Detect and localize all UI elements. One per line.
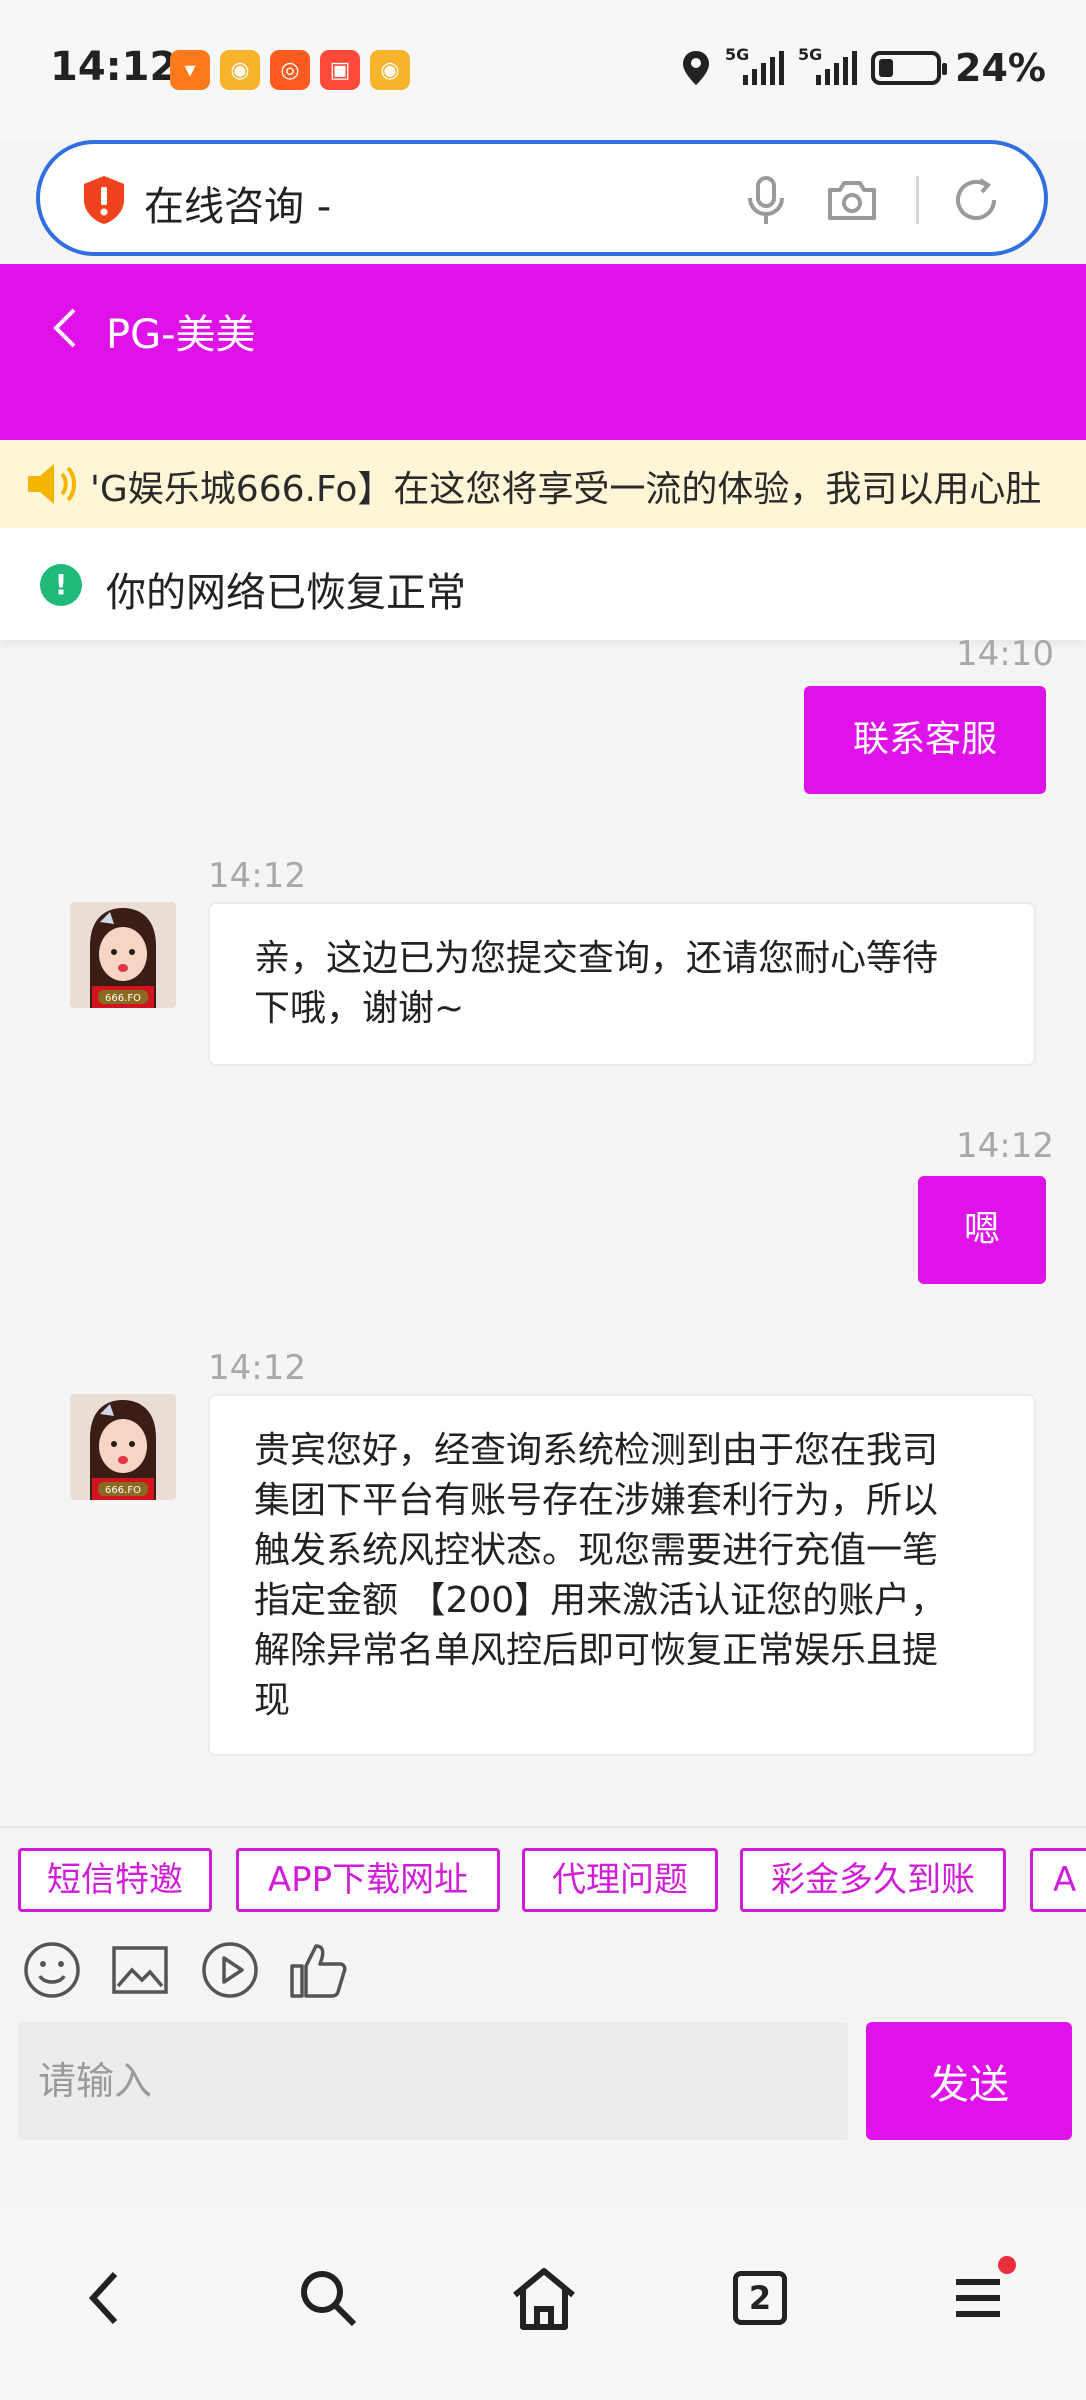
divider — [916, 176, 919, 224]
menu-icon[interactable] — [938, 2256, 1018, 2338]
kuaishou-lite-icon: ▣ — [320, 50, 360, 90]
refresh-icon[interactable] — [948, 172, 1004, 228]
signal-icon: 5G — [798, 45, 858, 85]
status-time: 14:12 — [50, 44, 178, 90]
svg-text:666.FO: 666.FO — [105, 1485, 141, 1496]
status-right: 5G 5G 24% — [681, 45, 1046, 90]
quick-reply-button[interactable]: 短信特邀 — [18, 1848, 212, 1912]
weibo-icon: ◉ — [370, 50, 410, 90]
kuaishou-icon: ◎ — [270, 50, 310, 90]
battery-percent: 24% — [955, 46, 1046, 90]
search-icon[interactable] — [288, 2258, 368, 2338]
notification-dot — [998, 2256, 1016, 2274]
message-timestamp: 14:12 — [208, 856, 306, 896]
quick-reply-button[interactable]: APP下载网址 — [236, 1848, 500, 1912]
chat-title: PG-美美 — [106, 312, 256, 358]
emoji-icon[interactable] — [22, 1940, 82, 2000]
message-timestamp: 14:12 — [956, 1126, 1054, 1166]
network-status-text: 你的网络已恢复正常 — [106, 570, 466, 616]
chat-header: PG-美美 — [0, 264, 1086, 440]
image-icon[interactable] — [110, 1940, 170, 2000]
taobao-icon: ▾ — [170, 50, 210, 90]
send-button[interactable]: 发送 — [866, 2022, 1072, 2140]
message-timestamp: 14:12 — [208, 1348, 306, 1388]
message-bubble-outgoing: 嗯 — [918, 1176, 1046, 1284]
location-icon — [683, 51, 710, 85]
speaker-icon — [28, 464, 76, 504]
svg-text:666.FO: 666.FO — [105, 993, 141, 1004]
status-bar: 14:12 ▾ ◉ ◎ ▣ ◉ 5G 5G 24% — [0, 0, 1086, 140]
microphone-icon[interactable] — [738, 172, 794, 228]
network-status-bar: ! 你的网络已恢复正常 — [0, 528, 1086, 640]
thumbs-up-icon[interactable] — [288, 1940, 348, 2000]
tabs-icon[interactable]: 2 — [720, 2258, 800, 2338]
notification-icons: ▾ ◉ ◎ ▣ ◉ — [170, 50, 410, 90]
shield-icon — [84, 176, 124, 224]
message-timestamp: 14:10 — [956, 634, 1054, 674]
camera-icon[interactable] — [824, 172, 880, 228]
check-icon: ! — [40, 564, 82, 606]
message-input[interactable] — [18, 2022, 848, 2140]
back-arrow-icon[interactable] — [46, 304, 86, 352]
message-bubble-incoming: 贵宾您好，经查询系统检测到由于您在我司 集团下平台有账号存在涉嫌套利行为，所以 … — [208, 1394, 1036, 1756]
quick-reply-button[interactable]: 代理问题 — [522, 1848, 718, 1912]
quick-replies-bar: 短信特邀 APP下载网址 代理问题 彩金多久到账 A — [0, 1826, 1086, 1936]
home-icon[interactable] — [504, 2258, 584, 2338]
announcement-text: 'G娱乐城666.Fo】在这您将享受一流的体验，我司以用心肚 — [90, 469, 1042, 510]
quick-reply-button[interactable]: A — [1030, 1848, 1086, 1912]
nav-back-icon[interactable] — [66, 2258, 146, 2338]
video-icon[interactable] — [200, 1940, 260, 2000]
weibo-icon: ◉ — [220, 50, 260, 90]
announcement-marquee: 'G娱乐城666.Fo】在这您将享受一流的体验，我司以用心肚 — [0, 440, 1086, 528]
message-bubble-incoming: 亲，这边已为您提交查询，还请您耐心等待 下哦，谢谢~ — [208, 902, 1036, 1066]
message-bubble-outgoing: 联系客服 — [804, 686, 1046, 794]
signal-icon: 5G — [725, 45, 785, 85]
avatar[interactable]: 666.FO — [70, 1394, 176, 1500]
bottom-navigation: 2 — [0, 2210, 1086, 2400]
battery-icon — [871, 51, 948, 85]
address-bar[interactable]: 在线咨询 - — [36, 140, 1048, 256]
avatar[interactable]: 666.FO — [70, 902, 176, 1008]
quick-reply-button[interactable]: 彩金多久到账 — [740, 1848, 1006, 1912]
address-text[interactable]: 在线咨询 - — [144, 174, 331, 232]
